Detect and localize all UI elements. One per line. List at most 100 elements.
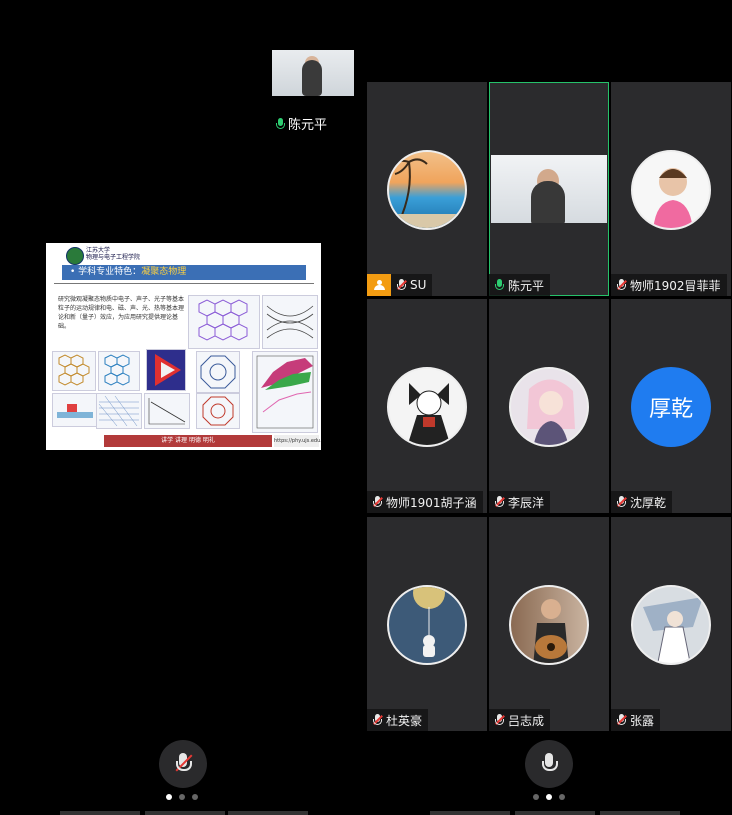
avatar [509, 367, 589, 447]
page-dot [533, 794, 539, 800]
mic-muted-icon [617, 279, 627, 291]
octagon-figure [196, 351, 240, 393]
participant-tile-shenhouqian[interactable]: 厚乾 沈厚乾 [611, 299, 731, 513]
mic-active-icon [495, 279, 504, 291]
avatar [387, 367, 467, 447]
mic-muted-icon [397, 279, 407, 291]
slide-title-accent: 凝聚态物理 [141, 267, 187, 277]
avatar [387, 585, 467, 665]
mic-muted-icon [617, 714, 627, 726]
lattice-figure-2 [96, 393, 142, 429]
toolbar-edge [430, 811, 510, 815]
honeycomb-figure-2 [98, 351, 140, 391]
child-photo-icon [653, 168, 693, 228]
school-name: 江苏大学 [86, 247, 111, 254]
slide-title: • 学科专业特色：凝聚态物理 [62, 265, 306, 280]
participant-nameplate: 物师1901胡子涵 [367, 491, 483, 513]
anime-girl-icon [527, 379, 575, 445]
participant-tile-lvzhicheng[interactable]: 吕志成 [489, 517, 609, 731]
participant-name: 物师1901胡子涵 [386, 495, 477, 510]
slide-url: https://phy.ujs.edu.cn/ [274, 435, 321, 447]
slide-footer: 讲学 讲理 明德 明礼 [104, 435, 272, 447]
host-badge [367, 274, 391, 296]
participant-tile-maofeifei[interactable]: 物师1902冒菲菲 [611, 82, 731, 296]
participant-nameplate: SU [391, 274, 433, 296]
avatar [631, 150, 711, 230]
beach-palm-icon [389, 158, 465, 228]
presenter-name: 陈元平 [288, 118, 328, 133]
page-dot [546, 794, 552, 800]
participant-tile-huzihan[interactable]: 物师1901胡子涵 [367, 299, 487, 513]
line-plot-figure [144, 393, 190, 429]
mic-muted-icon [495, 714, 505, 726]
toolbar-edge [145, 811, 225, 815]
participant-video [491, 155, 607, 223]
participant-name: SU [410, 278, 427, 292]
participant-name: 李辰洋 [508, 495, 545, 510]
anime-figure-icon [643, 597, 703, 663]
mic-muted-icon [617, 496, 627, 508]
mic-muted-icon [373, 496, 383, 508]
avatar [509, 585, 589, 665]
toolbar-edge [228, 811, 308, 815]
colored-bands-figure [252, 351, 318, 433]
honeycomb-figure [52, 351, 96, 391]
toolbar-edge [600, 811, 680, 815]
avatar [631, 585, 711, 665]
person-body [531, 181, 565, 223]
participant-name: 物师1902冒菲菲 [630, 278, 721, 293]
participant-tile-su[interactable]: SU [367, 82, 487, 296]
participant-tile-zhanglu[interactable]: 张露 [611, 517, 731, 731]
participant-nameplate: 杜英豪 [367, 709, 429, 731]
slide-body: 研究微观凝聚态物质中电子、声子、光子等基本粒子的运动规律和电、磁、声、光、热等基… [58, 296, 185, 330]
page-dot [179, 794, 185, 800]
anime-character-icon [407, 383, 451, 445]
toolbar-edge [60, 811, 140, 815]
participant-name: 张露 [630, 713, 655, 728]
participant-tile-lichenyang[interactable]: 李辰洋 [489, 299, 609, 513]
participant-name: 吕志成 [508, 713, 545, 728]
mic-toggle-button-right[interactable] [525, 740, 573, 788]
octagon-figure-2 [196, 393, 240, 429]
page-indicator-right [533, 794, 565, 800]
presenter-body [302, 60, 322, 96]
participant-nameplate: 吕志成 [489, 709, 551, 731]
presenter-video-thumbnail[interactable] [272, 50, 354, 96]
mic-active-icon [276, 117, 285, 130]
band-structure-figure [262, 295, 318, 349]
page-dot [192, 794, 198, 800]
avatar [387, 150, 467, 230]
presenter-label: 陈元平 [276, 114, 327, 133]
participant-name: 陈元平 [508, 278, 545, 293]
participant-tile-duyinghao[interactable]: 杜英豪 [367, 517, 487, 731]
participant-tile-chenyuanping[interactable]: 陈元平 [489, 82, 609, 296]
university-logo-icon [66, 247, 84, 265]
page-indicator-left [166, 794, 198, 800]
participant-nameplate: 沈厚乾 [611, 491, 673, 513]
guitar-player-icon [533, 599, 569, 663]
mute-toggle-button-left[interactable] [159, 740, 207, 788]
participant-name: 沈厚乾 [630, 495, 667, 510]
toolbar-edge [515, 811, 595, 815]
page-dot [559, 794, 565, 800]
participant-nameplate: 张露 [611, 709, 661, 731]
school-sub: 物理与电子工程学院 [86, 254, 141, 261]
shared-slide[interactable]: 江苏大学 物理与电子工程学院 • 学科专业特色：凝聚态物理 研究微观凝聚态物质中… [46, 243, 321, 450]
page-dot [166, 794, 172, 800]
participant-nameplate: 李辰洋 [489, 491, 551, 513]
device-figure [52, 393, 98, 427]
lattice-figure-1 [188, 295, 260, 349]
mic-muted-icon [495, 496, 505, 508]
participant-nameplate: 物师1902冒菲菲 [611, 274, 727, 296]
slide-school: 江苏大学 物理与电子工程学院 [86, 247, 140, 261]
slide-divider [54, 283, 314, 284]
participant-nameplate: 陈元平 [489, 274, 551, 296]
astronaut-moon-icon [413, 587, 445, 657]
heatmap-figure [146, 349, 186, 391]
mic-muted-icon [175, 753, 193, 775]
mic-muted-icon [373, 714, 383, 726]
slide-title-prefix: 学科专业特色： [78, 267, 142, 277]
mic-icon [542, 753, 558, 775]
person-icon [374, 280, 385, 290]
participant-name: 杜英豪 [386, 713, 423, 728]
